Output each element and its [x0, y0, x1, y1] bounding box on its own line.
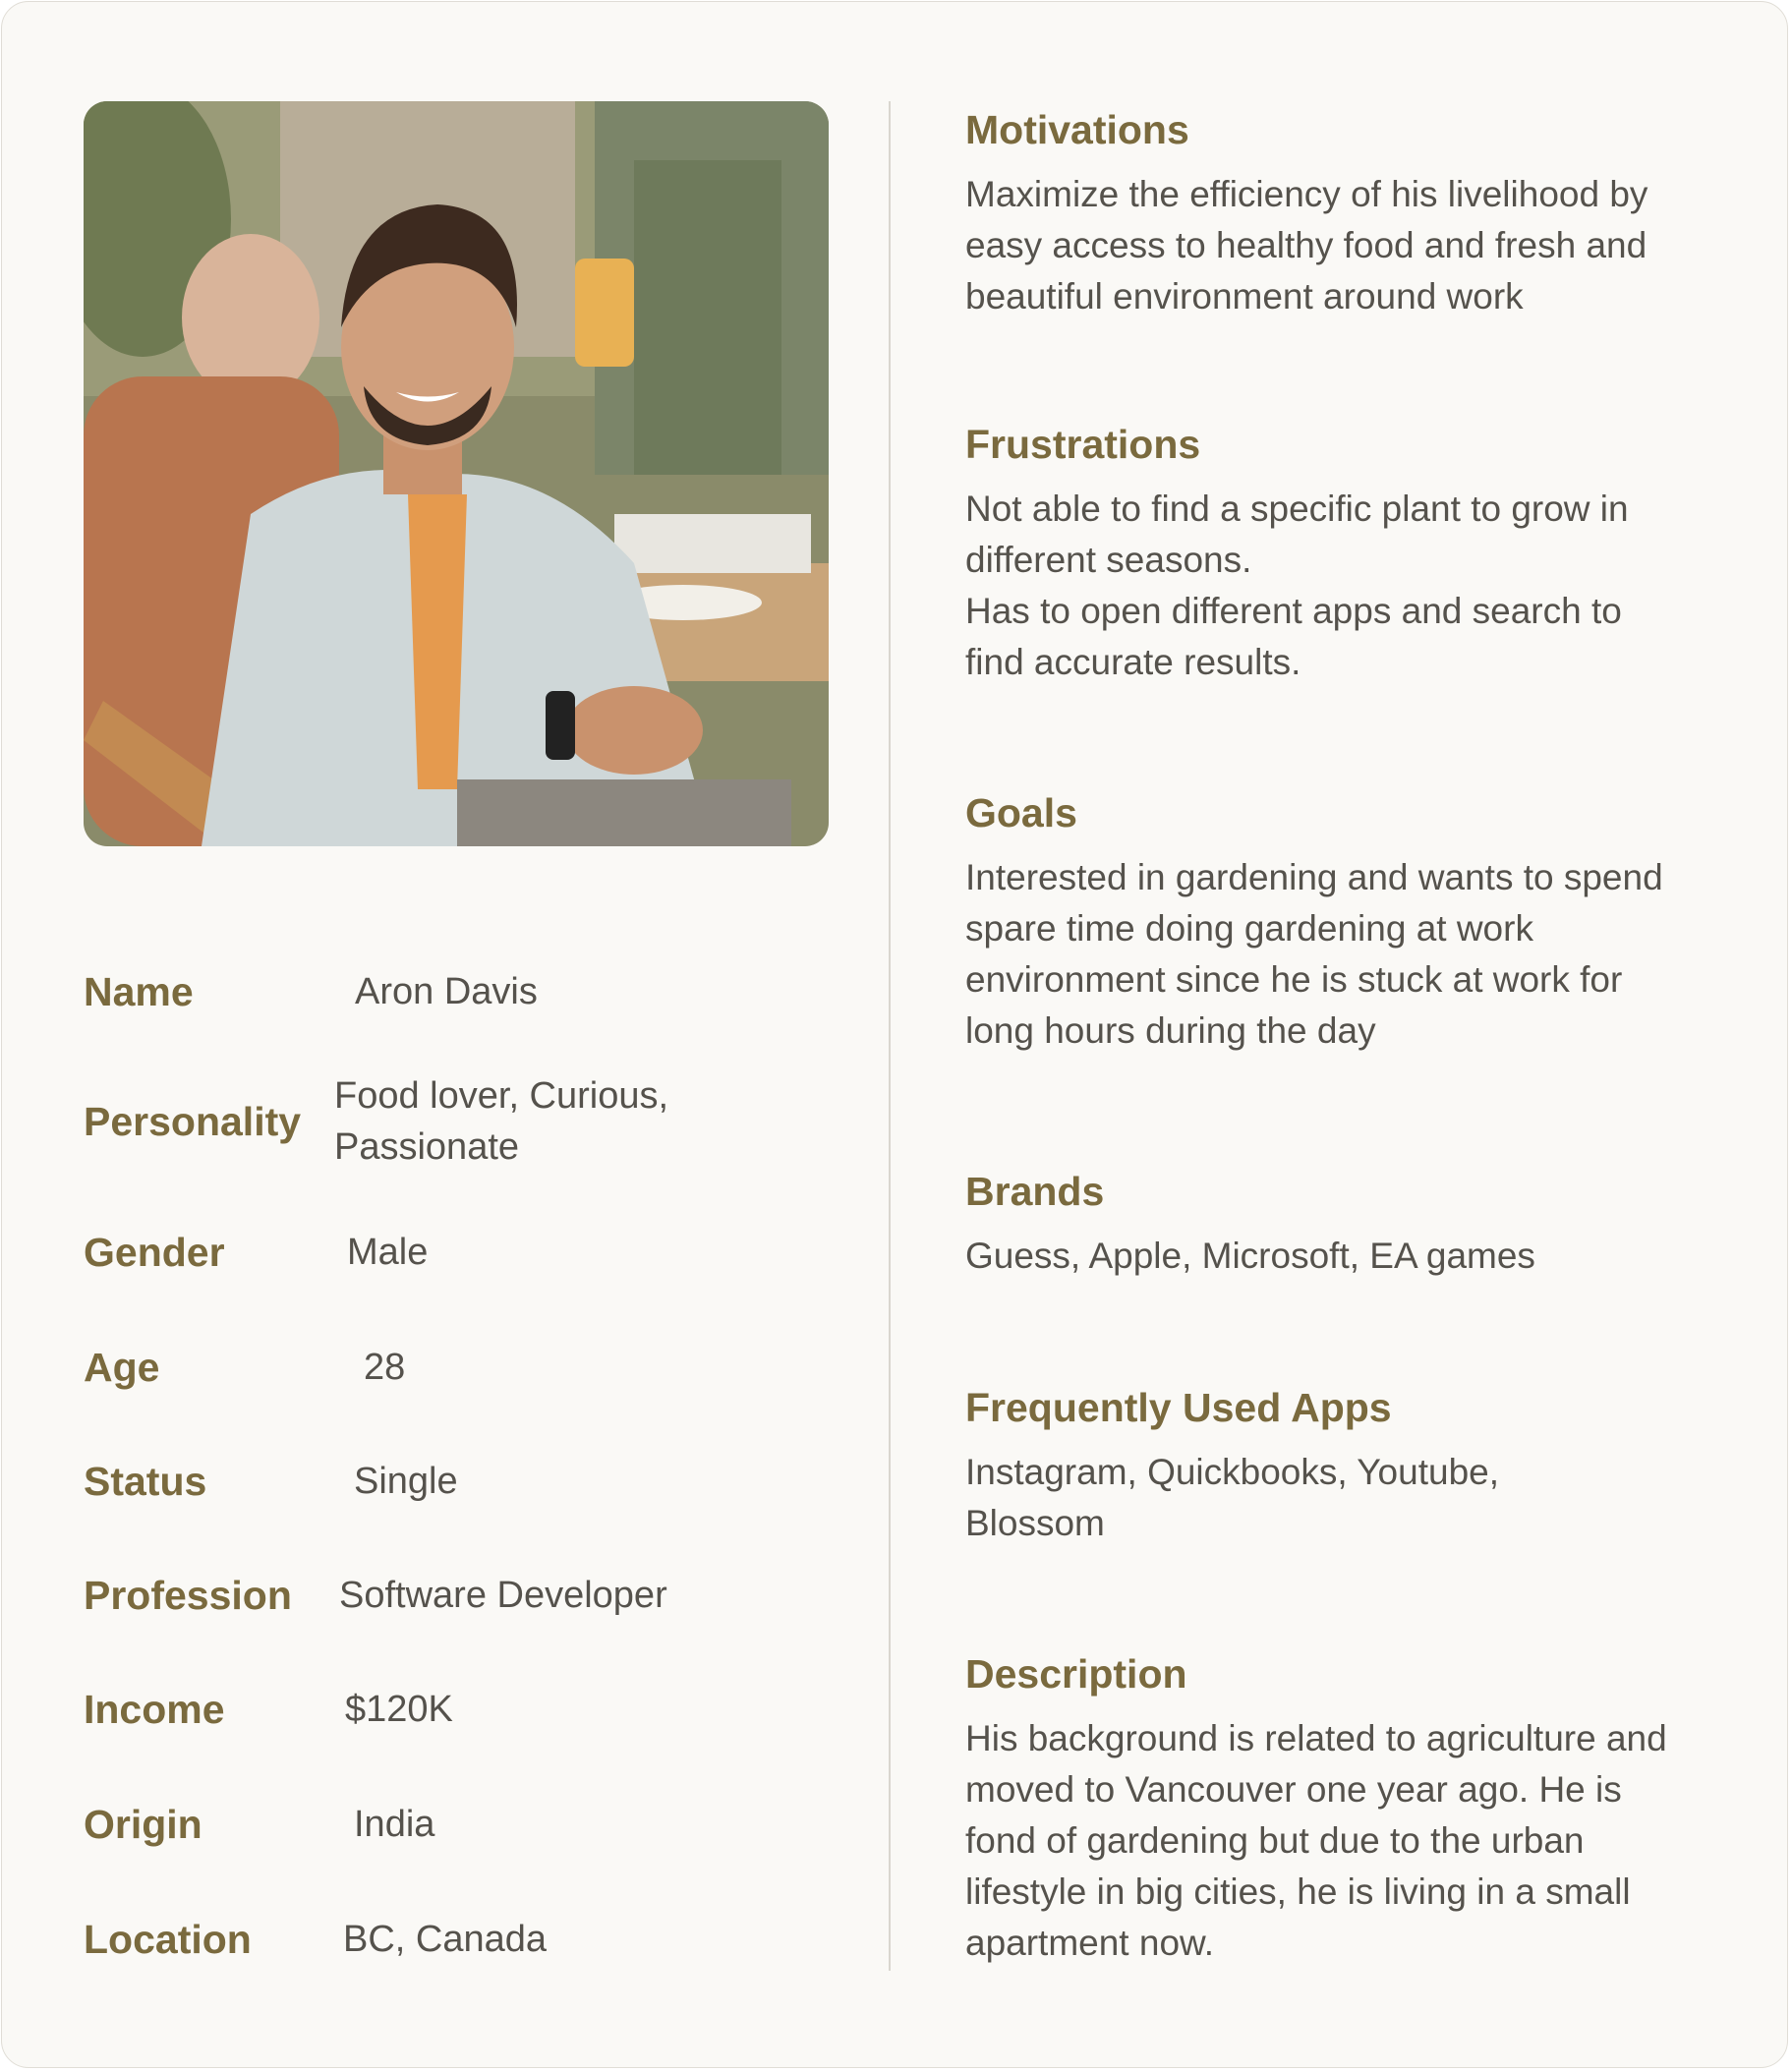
attr-label: Location — [84, 1917, 252, 1962]
section-description: Description His background is related to… — [965, 1646, 1732, 1969]
attr-value: 28 — [364, 1347, 406, 1388]
persona-photo — [84, 101, 829, 846]
section-title: Frequently Used Apps — [965, 1385, 1392, 1430]
section-line: lifestyle in big cities, he is living in… — [965, 1871, 1631, 1912]
section-line: spare time doing gardening at work — [965, 908, 1533, 949]
column-divider — [889, 101, 891, 1971]
section-line: different seasons. — [965, 540, 1252, 580]
section-line: apartment now. — [965, 1923, 1214, 1963]
attr-label: Personality — [84, 1099, 302, 1144]
section-frustrations: Frustrations Not able to find a specific… — [965, 417, 1732, 688]
section-line: find accurate results. — [965, 642, 1301, 682]
section-title: Description — [965, 1651, 1187, 1697]
section-body: Interested in gardening and wants to spe… — [965, 852, 1732, 1057]
section-title: Frustrations — [965, 422, 1201, 467]
attr-name: Name Aron Davis — [84, 966, 831, 1017]
section-title: Goals — [965, 790, 1077, 835]
attr-location: Location BC, Canada — [84, 1914, 831, 1965]
section-line: Maximize the efficiency of his livelihoo… — [965, 174, 1648, 214]
section-body: Instagram, Quickbooks, Youtube, Blossom — [965, 1447, 1732, 1549]
attr-label: Status — [84, 1459, 207, 1504]
attr-profession: Profession Software Developer — [84, 1570, 831, 1621]
section-line: Interested in gardening and wants to spe… — [965, 857, 1663, 897]
section-line: Not able to find a specific plant to gro… — [965, 489, 1629, 529]
section-line: moved to Vancouver one year ago. He is — [965, 1769, 1622, 1810]
attr-value-line: Passionate — [334, 1126, 520, 1168]
section-title: Brands — [965, 1169, 1105, 1214]
section-body: Guess, Apple, Microsoft, EA games — [965, 1231, 1732, 1282]
attr-origin: Origin India — [84, 1799, 831, 1850]
persona-card: Name Aron Davis Personality Food lover, … — [1, 1, 1788, 2068]
section-brands: Brands Guess, Apple, Microsoft, EA games — [965, 1164, 1732, 1282]
attr-value: $120K — [345, 1689, 453, 1730]
attr-value: BC, Canada — [343, 1919, 548, 1960]
section-line: Guess, Apple, Microsoft, EA games — [965, 1236, 1535, 1276]
attr-value: Aron Davis — [355, 971, 538, 1012]
section-title: Motivations — [965, 107, 1189, 152]
attr-value: India — [354, 1804, 435, 1845]
section-goals: Goals Interested in gardening and wants … — [965, 785, 1732, 1057]
attr-label: Income — [84, 1687, 225, 1732]
section-line: beautiful environment around work — [965, 276, 1524, 317]
section-line: easy access to healthy food and fresh an… — [965, 225, 1647, 265]
section-body: Not able to find a specific plant to gro… — [965, 484, 1732, 688]
attr-label: Name — [84, 969, 194, 1014]
attr-value: Male — [347, 1232, 429, 1273]
section-frequently-used-apps: Frequently Used Apps Instagram, Quickboo… — [965, 1380, 1732, 1549]
section-line: His background is related to agriculture… — [965, 1718, 1667, 1758]
attr-age: Age 28 — [84, 1342, 831, 1393]
section-line: Instagram, Quickbooks, Youtube, — [965, 1452, 1500, 1492]
section-line: environment since he is stuck at work fo… — [965, 959, 1623, 1000]
attr-personality: Personality Food lover, Curious, Passion… — [84, 1070, 831, 1173]
section-line: long hours during the day — [965, 1010, 1376, 1051]
attr-label: Age — [84, 1345, 160, 1390]
section-motivations: Motivations Maximize the efficiency of h… — [965, 102, 1732, 322]
attr-status: Status Single — [84, 1456, 831, 1507]
attr-value: Single — [354, 1461, 458, 1502]
attr-label: Gender — [84, 1230, 225, 1275]
attr-gender: Gender Male — [84, 1227, 831, 1278]
section-line: Blossom — [965, 1503, 1105, 1543]
section-line: fond of gardening but due to the urban — [965, 1820, 1585, 1861]
attr-value: Software Developer — [339, 1575, 667, 1616]
section-body: His background is related to agriculture… — [965, 1713, 1732, 1969]
attr-income: Income $120K — [84, 1684, 831, 1735]
attr-label: Profession — [84, 1573, 292, 1618]
attr-label: Origin — [84, 1802, 202, 1847]
section-line: Has to open different apps and search to — [965, 591, 1622, 631]
attr-value-line: Food lover, Curious, — [334, 1075, 669, 1117]
section-body: Maximize the efficiency of his livelihoo… — [965, 169, 1732, 322]
